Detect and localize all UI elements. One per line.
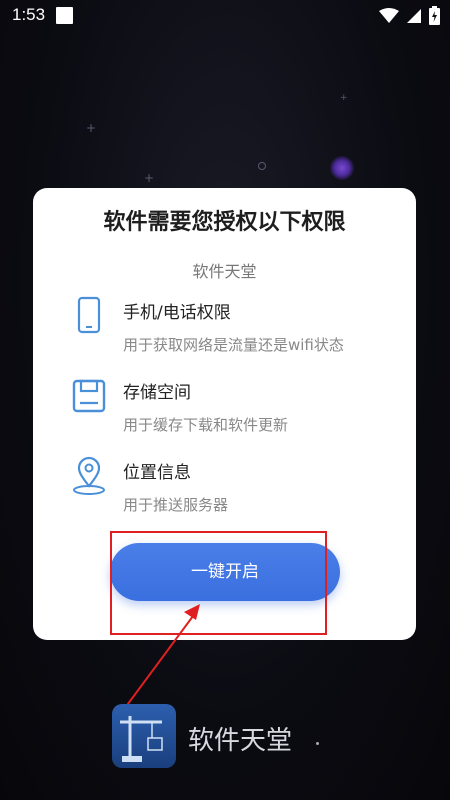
- wifi-icon: [379, 7, 399, 23]
- storage-icon: [72, 379, 106, 413]
- dialog-subtitle: 软件天堂: [192, 262, 257, 281]
- permission-item-location: 位置信息 用于推送服务器: [71, 456, 411, 526]
- permission-item-storage: 存储空间 用于缓存下载和软件更新: [71, 376, 411, 446]
- star-decoration: +: [144, 171, 155, 185]
- signal-icon: [407, 8, 421, 23]
- planet-ring-decoration: [258, 162, 266, 170]
- star-decoration: +: [340, 93, 348, 103]
- permission-name: 位置信息: [123, 463, 191, 483]
- status-bar: 1:53: [0, 0, 450, 32]
- app-logo-icon: [112, 704, 176, 768]
- star-decoration: +: [86, 121, 97, 135]
- permission-name: 存储空间: [123, 383, 191, 403]
- bottom-app-name: 软件天堂: [188, 726, 293, 756]
- permission-name: 手机/电话权限: [123, 303, 231, 323]
- phone-icon: [77, 296, 101, 334]
- permission-desc: 用于推送服务器: [123, 496, 229, 514]
- highlight-box: [110, 531, 327, 635]
- crane-icon: [120, 716, 163, 762]
- dialog-title: 软件需要您授权以下权限: [103, 210, 346, 235]
- planet-decoration: [330, 156, 354, 180]
- permission-desc: 用于缓存下载和软件更新: [123, 416, 289, 434]
- notification-icon: [56, 7, 73, 24]
- battery-icon: [429, 6, 440, 25]
- status-time: 1:53: [12, 5, 46, 24]
- status-icons: [379, 6, 440, 25]
- decoration-dot: [316, 742, 319, 745]
- permission-desc: 用于获取网络是流量还是wifi状态: [123, 336, 344, 354]
- permission-item-phone: 手机/电话权限 用于获取网络是流量还是wifi状态: [71, 296, 411, 366]
- location-icon: [73, 456, 105, 495]
